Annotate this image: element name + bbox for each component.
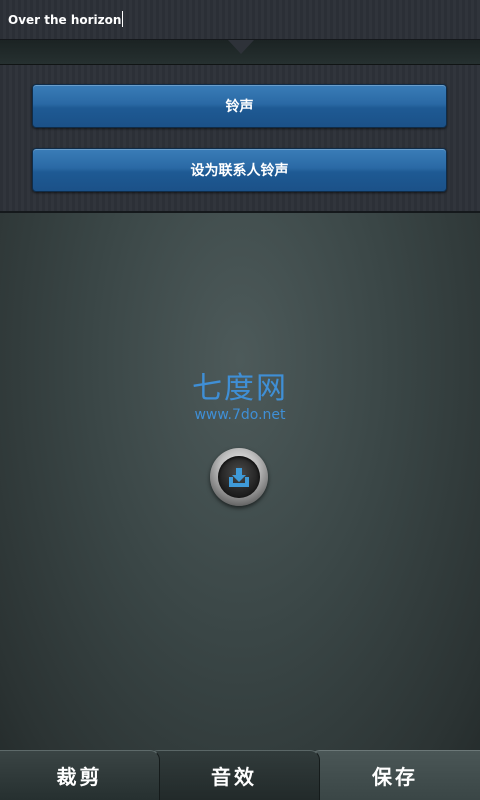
download-tray-icon <box>229 468 249 487</box>
song-title: Over the horizon <box>8 13 122 27</box>
ringtone-editor-screen: Over the horizon 铃声 设为联系人铃声 七度网 www.7do.… <box>0 0 480 800</box>
watermark: 七度网 www.7do.net <box>0 372 480 424</box>
text-cursor <box>122 11 124 27</box>
tab-effect[interactable]: 音效 <box>148 750 320 800</box>
set-ringtone-button[interactable]: 铃声 <box>32 84 447 128</box>
save-round-button[interactable] <box>210 448 268 506</box>
song-title-field[interactable]: Over the horizon <box>8 11 124 27</box>
tab-save[interactable]: 保存 <box>310 750 480 800</box>
tab-cut[interactable]: 裁剪 <box>0 750 160 800</box>
title-bar: Over the horizon <box>0 0 480 40</box>
watermark-name: 七度网 <box>192 371 288 406</box>
set-contact-ringtone-button[interactable]: 设为联系人铃声 <box>32 148 447 192</box>
set-as-menu: 铃声 设为联系人铃声 <box>0 65 480 213</box>
bottom-tab-bar: 保存 音效 裁剪 <box>0 750 480 800</box>
watermark-url: www.7do.net <box>194 407 286 423</box>
save-button-inner <box>218 456 260 498</box>
dropdown-pointer-icon <box>228 40 254 54</box>
